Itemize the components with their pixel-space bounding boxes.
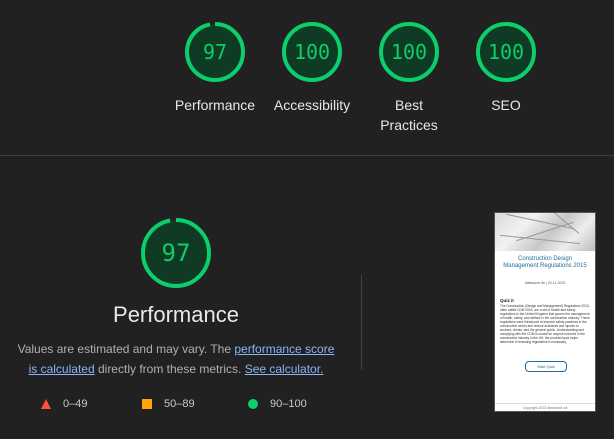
thumbnail-footer: Copyright 2023 Aleksandr Ali bbox=[495, 403, 595, 410]
description-text: Values are estimated and may vary. The bbox=[17, 342, 235, 356]
gauge-score: 100 bbox=[487, 40, 525, 64]
gauge-seo[interactable]: 100 bbox=[474, 20, 538, 84]
gauge-score: 97 bbox=[202, 40, 228, 64]
performance-score-link[interactable]: performance score bbox=[234, 342, 334, 356]
gauge-performance[interactable]: 97 bbox=[183, 20, 247, 84]
orange-square-icon bbox=[142, 399, 152, 409]
gauge-score: 100 bbox=[390, 40, 428, 64]
detail-gauge-score: 97 bbox=[161, 239, 191, 267]
gauge-best-practices[interactable]: 100 bbox=[377, 20, 441, 84]
legend-fail: 0–49 bbox=[41, 396, 87, 412]
red-triangle-icon bbox=[41, 399, 51, 409]
gauge-label-accessibility: Accessibility bbox=[273, 97, 351, 113]
legend-pass: 90–100 bbox=[248, 396, 307, 412]
gauge-label-best-practices: Best Practices bbox=[354, 95, 464, 135]
gauge-score: 100 bbox=[293, 40, 331, 64]
thumbnail-heading: Quiz it bbox=[500, 298, 514, 303]
thumbnail-meta: Aleksandr Ali | 23-11-2023 bbox=[524, 281, 566, 285]
performance-description: Values are estimated and may vary. The p… bbox=[10, 339, 342, 379]
thumbnail-body: The Construction (Design and Management)… bbox=[500, 304, 590, 344]
see-calculator-link[interactable]: See calculator. bbox=[245, 362, 324, 376]
gauge-label-line: Practices bbox=[380, 117, 438, 133]
legend-range: 0–49 bbox=[63, 398, 88, 410]
gauge-accessibility[interactable]: 100 bbox=[280, 20, 344, 84]
gauge-label-seo: SEO bbox=[491, 97, 521, 113]
description-text: directly from these metrics. bbox=[94, 362, 245, 376]
vertical-divider bbox=[361, 275, 362, 370]
legend-average: 50–89 bbox=[142, 396, 195, 412]
legend-range: 50–89 bbox=[164, 398, 195, 410]
gauge-label-line: Best bbox=[394, 97, 423, 113]
thumbnail-hero-image bbox=[495, 213, 595, 251]
is-calculated-link[interactable]: is calculated bbox=[29, 362, 95, 376]
green-circle-icon bbox=[248, 399, 258, 409]
thumbnail-title: Construction Design Management Regulatio… bbox=[503, 256, 587, 269]
detail-gauge-performance: 97 bbox=[139, 216, 213, 290]
section-divider bbox=[0, 155, 614, 156]
detail-title: Performance bbox=[113, 302, 239, 327]
page-screenshot-thumbnail[interactable]: Construction Design Management Regulatio… bbox=[494, 212, 596, 412]
thumbnail-start-button: Start Quiz bbox=[525, 361, 567, 372]
legend-range: 90–100 bbox=[270, 398, 307, 410]
gauge-label-performance: Performance bbox=[174, 97, 256, 113]
